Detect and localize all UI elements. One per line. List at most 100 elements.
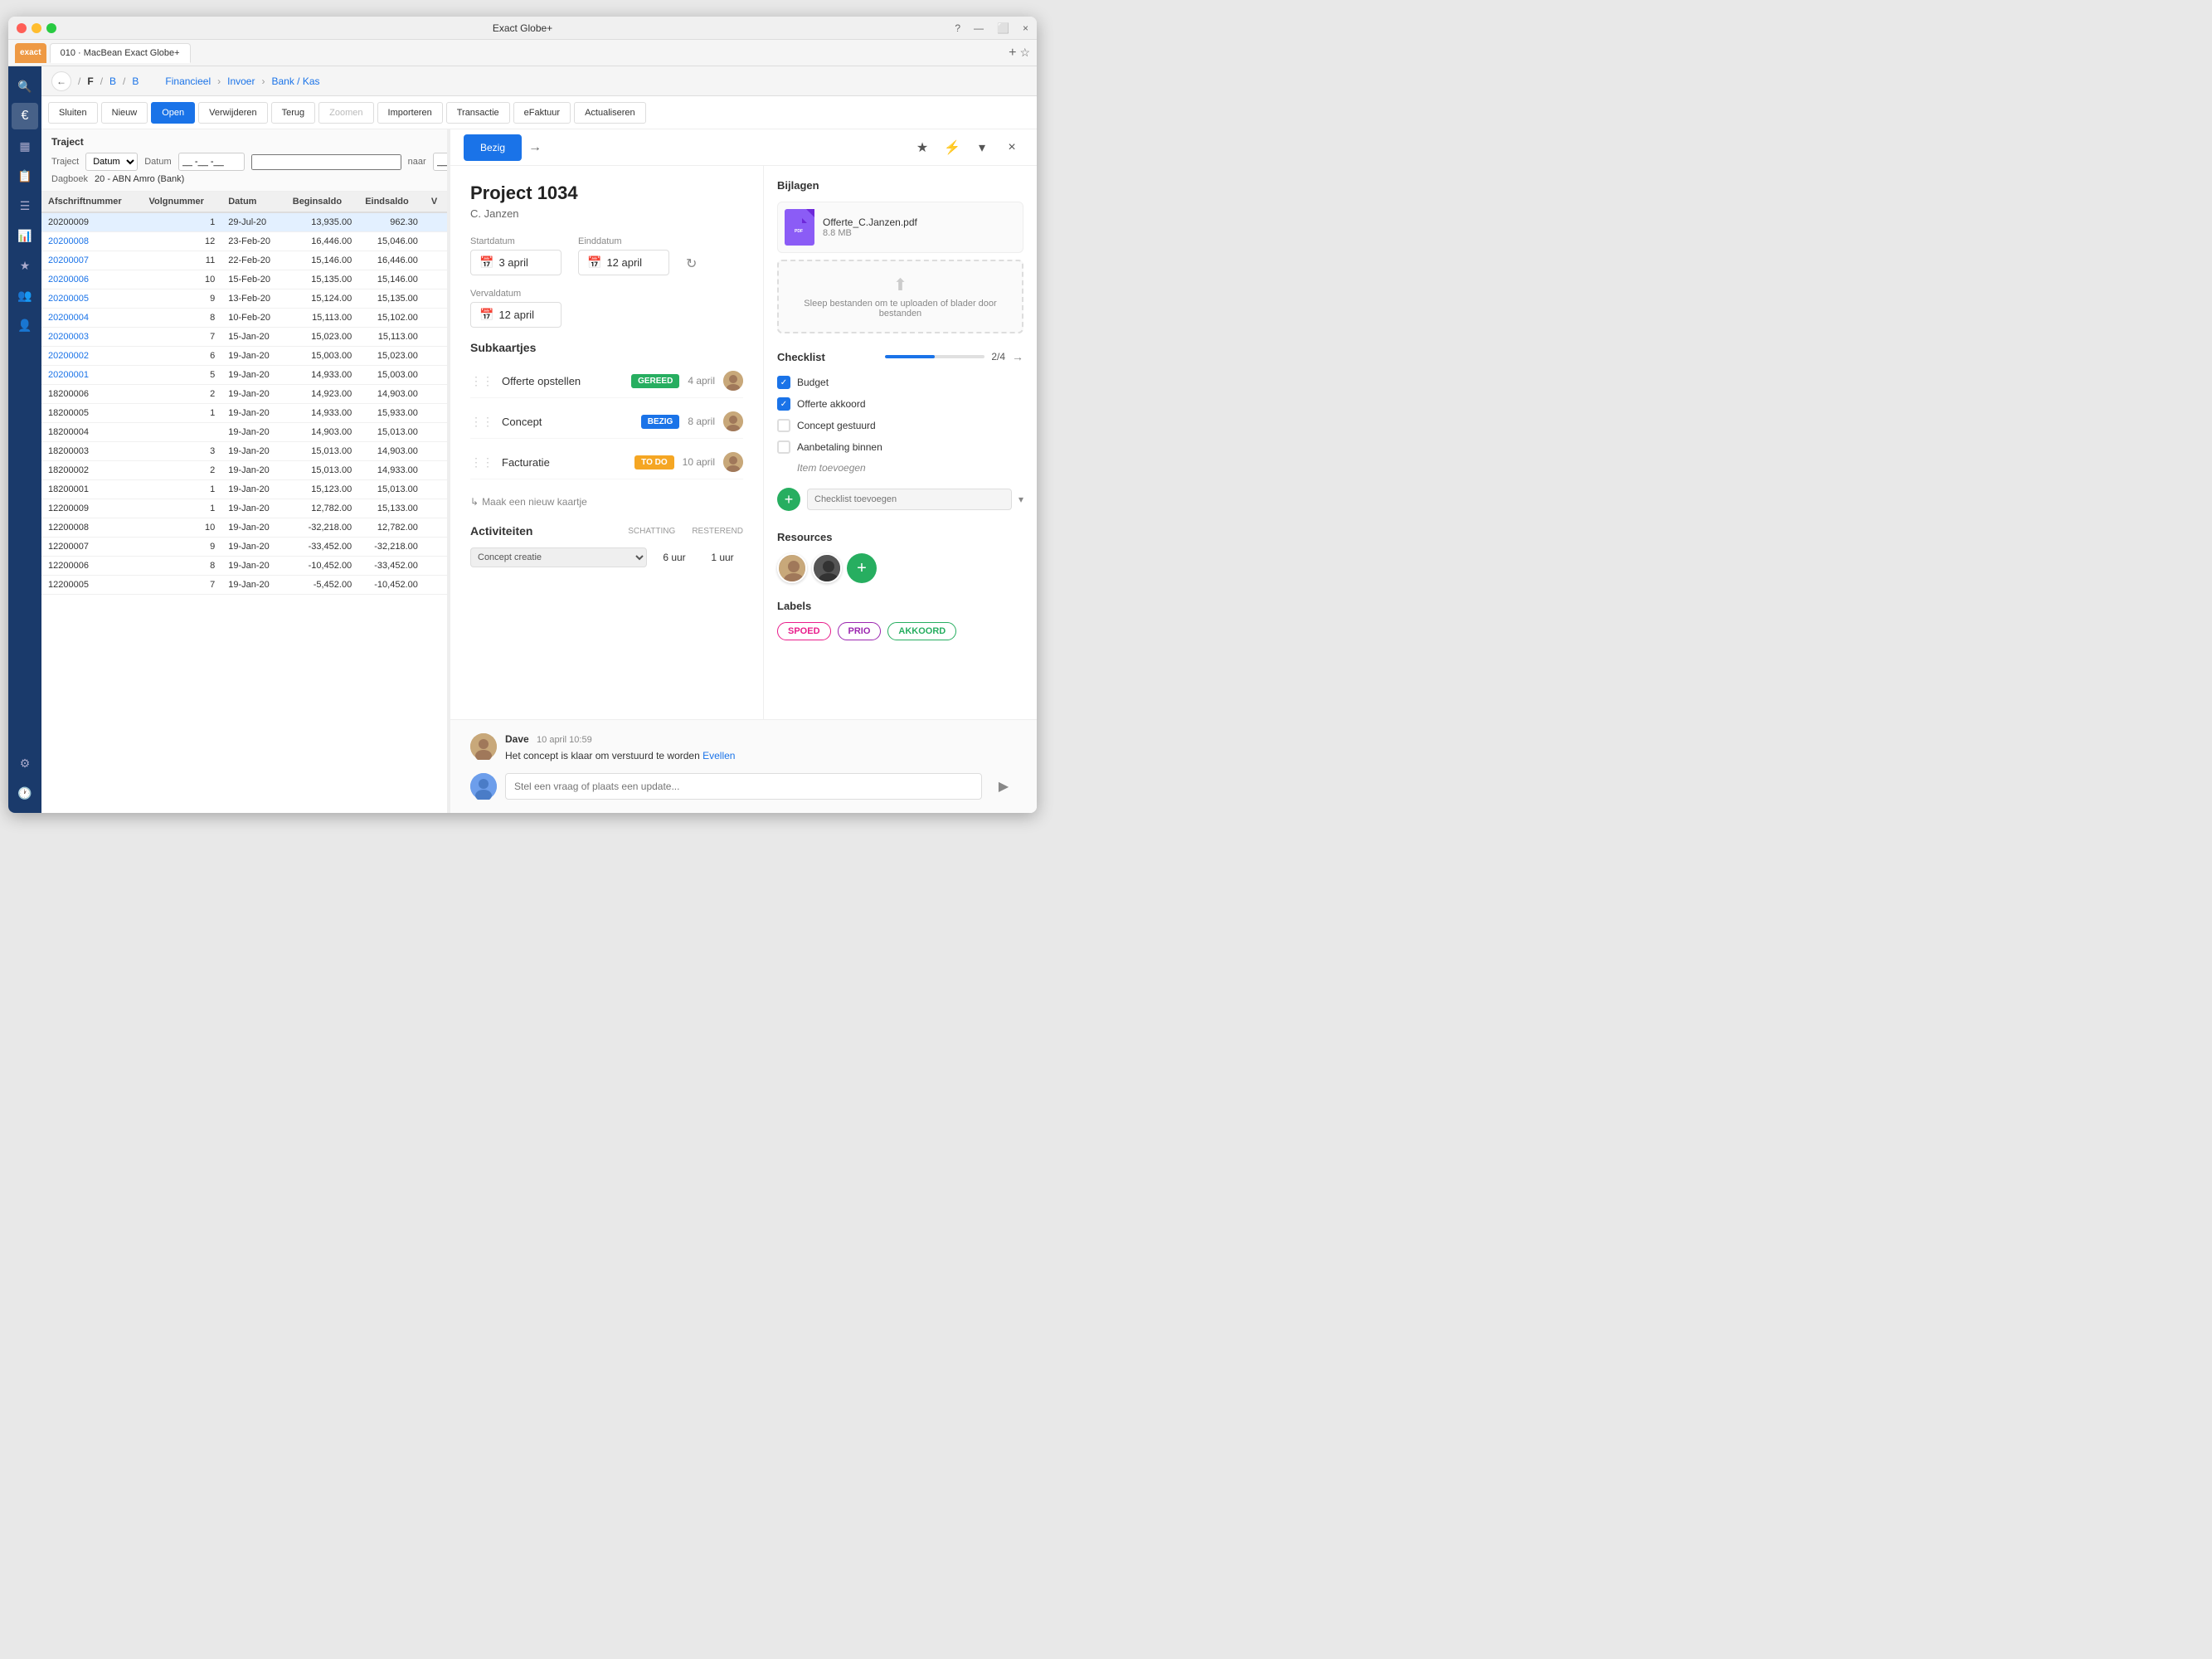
add-item-label[interactable]: Item toevoegen — [797, 462, 866, 474]
tab-add-button[interactable]: + — [1009, 46, 1016, 61]
sidebar-icon-user[interactable]: 👤 — [12, 312, 38, 338]
subcard-item[interactable]: ⋮⋮ Concept BEZIG 8 april — [470, 405, 743, 439]
vervaldatum-value[interactable]: 📅 12 april — [470, 302, 562, 328]
bezig-status-button[interactable]: Bezig — [464, 134, 522, 161]
close-icon[interactable]: × — [1023, 22, 1028, 34]
add-checklist-button[interactable]: + — [777, 488, 800, 511]
minimize-icon[interactable]: — — [974, 22, 984, 34]
nav-b2[interactable]: B — [132, 75, 139, 87]
checklist-checkbox[interactable]: ✓ — [777, 397, 790, 411]
comment-input-field[interactable] — [505, 773, 982, 800]
table-row[interactable]: 12200006 8 19-Jan-20 -10,452.00 -33,452.… — [41, 557, 447, 576]
terug-button[interactable]: Terug — [271, 102, 316, 124]
label-badge[interactable]: PRIO — [838, 622, 882, 640]
minimize-dot[interactable] — [32, 23, 41, 33]
breadcrumb-bank[interactable]: Bank / Kas — [271, 75, 319, 87]
maximize-dot[interactable] — [46, 23, 56, 33]
table-row[interactable]: 20200004 8 10-Feb-20 15,113.00 15,102.00 — [41, 309, 447, 328]
subcard-item[interactable]: ⋮⋮ Facturatie TO DO 10 april — [470, 445, 743, 479]
close-dot[interactable] — [17, 23, 27, 33]
table-row[interactable]: 18200003 3 19-Jan-20 15,013.00 14,903.00 — [41, 442, 447, 461]
sidebar-icon-search[interactable]: 🔍 — [12, 73, 38, 100]
checklist-checkbox[interactable]: ✓ — [777, 376, 790, 389]
bijlage-item[interactable]: PDF Offerte_C.Janzen.pdf 8.8 MB — [777, 202, 1023, 253]
table-row[interactable]: 20200005 9 13-Feb-20 15,124.00 15,135.00 — [41, 289, 447, 309]
checklist-item[interactable]: ✓ Offerte akkoord — [777, 393, 1023, 415]
sidebar-icon-layout[interactable]: ▦ — [12, 133, 38, 159]
einddatum-value[interactable]: 📅 12 april — [578, 250, 669, 275]
new-card-link[interactable]: ↳ Maak een nieuw kaartje — [470, 493, 743, 511]
nav-back-button[interactable]: ← — [51, 71, 71, 91]
calendar-icon-from[interactable] — [251, 154, 401, 170]
lightning-button[interactable]: ⚡ — [941, 136, 964, 159]
datum-to-input[interactable] — [433, 153, 448, 171]
sync-icon[interactable]: ↻ — [686, 255, 697, 272]
nav-f[interactable]: F — [87, 75, 93, 87]
checklist-dropdown-icon[interactable]: ▾ — [1018, 494, 1023, 505]
checklist-input[interactable] — [807, 489, 1012, 510]
cell-afschrift[interactable]: 20200009 — [41, 212, 143, 232]
label-badge[interactable]: AKKOORD — [887, 622, 956, 640]
star-button[interactable]: ★ — [911, 136, 934, 159]
table-row[interactable]: 20200001 5 19-Jan-20 14,933.00 15,003.00 — [41, 366, 447, 385]
checklist-checkbox[interactable] — [777, 419, 790, 432]
subcard-item[interactable]: ⋮⋮ Offerte opstellen GEREED 4 april — [470, 364, 743, 398]
sidebar-icon-chart[interactable]: 📊 — [12, 222, 38, 249]
checklist-expand-icon[interactable]: → — [1012, 350, 1023, 363]
actualiseren-button[interactable]: Actualiseren — [574, 102, 646, 124]
startdatum-value[interactable]: 📅 3 april — [470, 250, 562, 275]
table-row[interactable]: 18200005 1 19-Jan-20 14,933.00 15,933.00 — [41, 404, 447, 423]
table-row[interactable]: 20200002 6 19-Jan-20 15,003.00 15,023.00 — [41, 347, 447, 366]
checklist-item[interactable]: Aanbetaling binnen — [777, 436, 1023, 458]
checklist-checkbox[interactable] — [777, 440, 790, 454]
table-row[interactable]: 18200002 2 19-Jan-20 15,013.00 14,933.00 — [41, 461, 447, 480]
sidebar-icon-clock[interactable]: 🕐 — [12, 780, 38, 806]
label-badge[interactable]: SPOED — [777, 622, 831, 640]
datum-from-input[interactable] — [178, 153, 245, 171]
tab-star-button[interactable]: ☆ — [1019, 46, 1030, 60]
sidebar-icon-document[interactable]: 📋 — [12, 163, 38, 189]
table-row[interactable]: 20200006 10 15-Feb-20 15,135.00 15,146.0… — [41, 270, 447, 289]
close-panel-button[interactable]: × — [1000, 136, 1023, 159]
activiteit-select[interactable]: Concept creatie — [470, 547, 647, 567]
table-row[interactable]: 12200007 9 19-Jan-20 -33,452.00 -32,218.… — [41, 538, 447, 557]
breadcrumb-invoer[interactable]: Invoer — [227, 75, 255, 87]
table-row[interactable]: 20200008 12 23-Feb-20 16,446.00 15,046.0… — [41, 232, 447, 251]
breadcrumb-financieel[interactable]: Financieel — [165, 75, 211, 87]
table-row[interactable]: 18200004 19-Jan-20 14,903.00 15,013.00 — [41, 423, 447, 442]
traject-select[interactable]: Datum — [85, 153, 138, 171]
expand-button[interactable]: ▾ — [970, 136, 994, 159]
open-button[interactable]: Open — [151, 102, 195, 124]
upload-area[interactable]: ⬆ Sleep bestanden om te uploaden of blad… — [777, 260, 1023, 333]
table-row[interactable]: 20200003 7 15-Jan-20 15,023.00 15,113.00 — [41, 328, 447, 347]
efactuur-button[interactable]: eFaktuur — [513, 102, 571, 124]
sidebar-icon-settings[interactable]: ⚙ — [12, 750, 38, 776]
nav-b1[interactable]: B — [109, 75, 116, 87]
sidebar-icon-star[interactable]: ★ — [12, 252, 38, 279]
nieuw-button[interactable]: Nieuw — [101, 102, 148, 124]
table-row[interactable]: 18200006 2 19-Jan-20 14,923.00 14,903.00 — [41, 385, 447, 404]
sluiten-button[interactable]: Sluiten — [48, 102, 98, 124]
comment-send-button[interactable]: ▶ — [990, 773, 1017, 800]
checklist-item[interactable]: ✓ Budget — [777, 372, 1023, 393]
comment-mention[interactable]: Evellen — [702, 750, 735, 761]
checklist-item[interactable]: Concept gestuurd — [777, 415, 1023, 436]
verwijderen-button[interactable]: Verwijderen — [198, 102, 267, 124]
table-row[interactable]: 18200001 1 19-Jan-20 15,123.00 15,013.00 — [41, 480, 447, 499]
table-row[interactable]: 12200008 10 19-Jan-20 -32,218.00 12,782.… — [41, 518, 447, 538]
resource-add-button[interactable]: + — [847, 553, 877, 583]
table-row[interactable]: 20200007 11 22-Feb-20 15,146.00 16,446.0… — [41, 251, 447, 270]
importeren-button[interactable]: Importeren — [377, 102, 443, 124]
table-row[interactable]: 12200005 7 19-Jan-20 -5,452.00 -10,452.0… — [41, 576, 447, 595]
table-row[interactable]: 20200009 1 29-Jul-20 13,935.00 962.30 — [41, 212, 447, 232]
status-arrow-icon[interactable]: → — [528, 140, 542, 155]
tab-main[interactable]: 010 · MacBean Exact Globe+ — [50, 43, 191, 63]
restore-icon[interactable]: ⬜ — [997, 22, 1009, 34]
help-icon[interactable]: ? — [955, 22, 960, 34]
zoomen-button[interactable]: Zoomen — [318, 102, 373, 124]
sidebar-icon-home[interactable]: € — [12, 103, 38, 129]
table-row[interactable]: 12200009 1 19-Jan-20 12,782.00 15,133.00 — [41, 499, 447, 518]
transactie-button[interactable]: Transactie — [446, 102, 510, 124]
sidebar-icon-list[interactable]: ☰ — [12, 192, 38, 219]
sidebar-icon-users[interactable]: 👥 — [12, 282, 38, 309]
